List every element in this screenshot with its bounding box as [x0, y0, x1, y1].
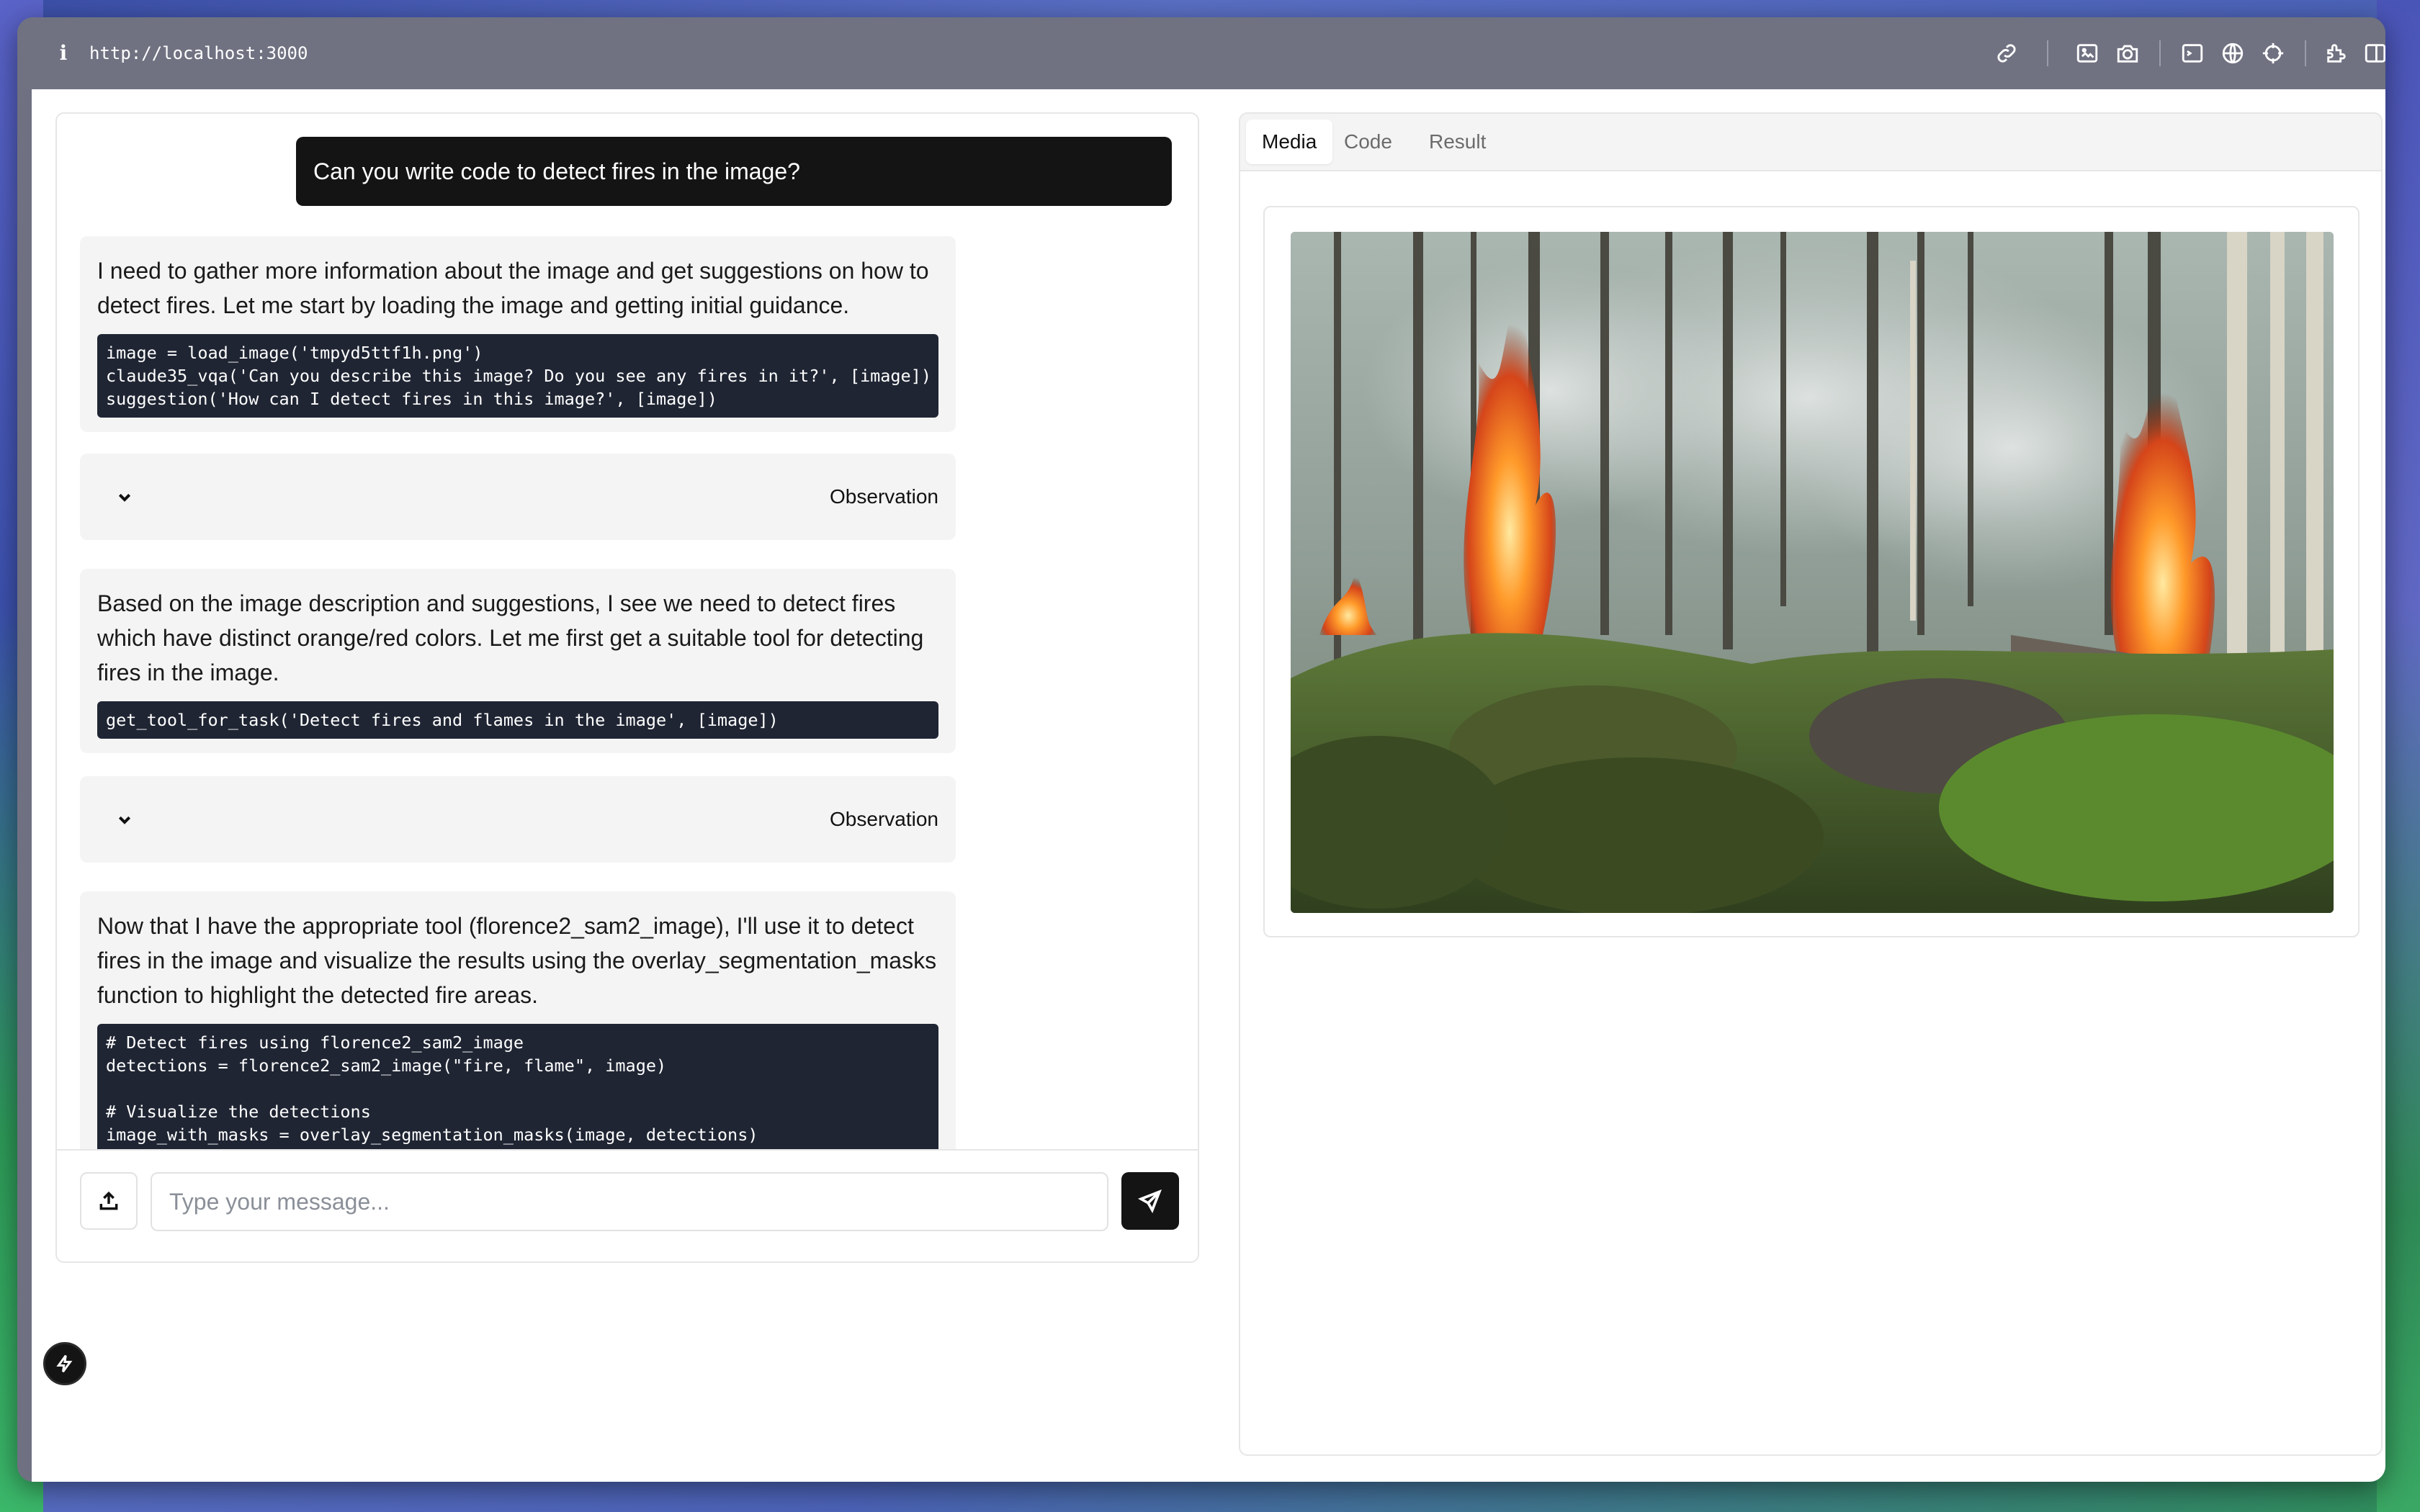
tab-media[interactable]: Media [1246, 120, 1333, 164]
info-icon[interactable]: i [55, 42, 72, 65]
link-icon[interactable] [1991, 37, 2022, 69]
camera-icon[interactable] [2112, 37, 2143, 69]
assistant-message-text: Now that I have the appropriate tool (fl… [97, 913, 937, 1008]
toolbar-divider [2159, 40, 2161, 66]
chevron-down-icon[interactable] [113, 808, 136, 831]
browser-toolbar: i http://localhost:3000 [17, 17, 2385, 89]
crosshair-icon[interactable] [2257, 37, 2289, 69]
assistant-message: Now that I have the appropriate tool (fl… [80, 891, 956, 1149]
assistant-message-text: I need to gather more information about … [97, 258, 929, 318]
toolbar-divider [2305, 40, 2306, 66]
code-block: # Detect fires using florence2_sam2_imag… [97, 1024, 938, 1149]
forest-fire-image [1291, 232, 2334, 913]
code-block: image = load_image('tmpyd5ttf1h.png') cl… [97, 334, 938, 418]
observation-label: Observation [830, 808, 938, 830]
assistant-message-text: Based on the image description and sugge… [97, 590, 924, 685]
url-bar[interactable]: http://localhost:3000 [89, 42, 308, 65]
observation-toggle[interactable]: Observation [80, 776, 956, 863]
lightning-icon [56, 1354, 73, 1373]
chevron-down-icon[interactable] [113, 485, 136, 508]
user-message: Can you write code to detect fires in th… [296, 137, 1172, 206]
browser-window: i http://localhost:3000 Can you write co… [17, 17, 2385, 1482]
upload-icon [99, 1191, 118, 1210]
tab-code[interactable]: Code [1328, 120, 1408, 164]
message-input[interactable] [151, 1172, 1108, 1231]
extension-icon[interactable] [2321, 37, 2352, 69]
app-page: Can you write code to detect fires in th… [32, 89, 2385, 1482]
split-view-icon[interactable] [2360, 37, 2385, 69]
image-icon[interactable] [2071, 37, 2103, 69]
composer-divider [57, 1149, 1198, 1151]
send-button[interactable] [1121, 1172, 1179, 1230]
code-block: get_tool_for_task('Detect fires and flam… [97, 701, 938, 739]
chat-panel: Can you write code to detect fires in th… [55, 112, 1199, 1263]
upload-button[interactable] [80, 1172, 138, 1230]
assistant-message: I need to gather more information about … [80, 236, 956, 432]
send-icon [1138, 1189, 1162, 1213]
chat-history[interactable]: Can you write code to detect fires in th… [57, 114, 1198, 1149]
toolbar-divider [2047, 40, 2048, 66]
lightning-button[interactable] [43, 1342, 86, 1385]
terminal-icon[interactable] [2177, 37, 2208, 69]
output-panel: Media Code Result [1239, 112, 2383, 1456]
observation-toggle[interactable]: Observation [80, 454, 956, 540]
media-card [1263, 206, 2360, 937]
globe-icon[interactable] [2217, 37, 2249, 69]
assistant-message: Based on the image description and sugge… [80, 569, 956, 753]
tab-result[interactable]: Result [1413, 120, 1502, 164]
output-tabs: Media Code Result [1240, 114, 2381, 171]
observation-label: Observation [830, 485, 938, 508]
